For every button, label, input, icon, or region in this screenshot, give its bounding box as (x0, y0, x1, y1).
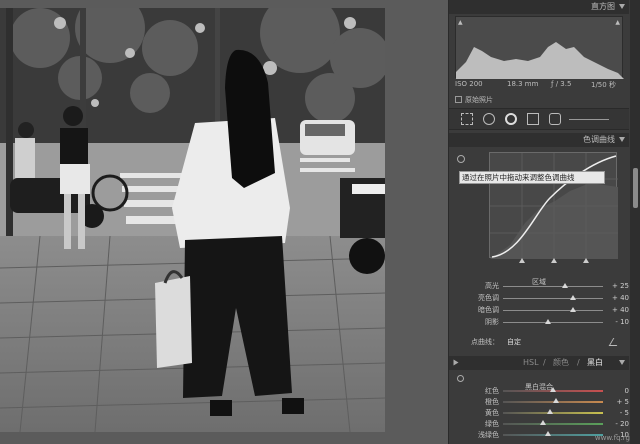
radial-filter-icon[interactable] (549, 113, 561, 125)
lightroom-window: 直方图 ▲ ▲ ISO 200 18.3 mm ƒ / 3.5 1/50 秒 原… (0, 0, 640, 444)
tone-slider-track[interactable] (503, 283, 603, 288)
tone-curve-header[interactable]: 色调曲线 (449, 133, 629, 147)
point-curve-row: 点曲线： 自定 (449, 337, 629, 348)
tone-slider-knob[interactable] (570, 295, 576, 300)
bw-slider-track[interactable] (503, 431, 603, 436)
photo-canvas (0, 0, 448, 444)
bw-target-adjust-icon[interactable] (457, 375, 464, 382)
original-photo-toggle[interactable]: 原始照片 (455, 95, 555, 105)
iso-value: ISO 200 (455, 80, 483, 88)
bw-slider-knob[interactable] (547, 409, 553, 414)
watermark: www.fq.rg (594, 434, 630, 442)
bw-slider-track[interactable] (503, 420, 603, 425)
hsl-header: HSL / 颜色 / 黑白 (449, 356, 629, 370)
spot-removal-icon[interactable] (483, 113, 495, 125)
tone-slider-track[interactable] (503, 307, 603, 312)
tone-slider-row: 暗色调 + 40 (449, 305, 629, 316)
target-adjust-icon[interactable] (457, 155, 465, 163)
bw-slider-track[interactable] (503, 398, 603, 403)
tone-slider-row: 亮色调 + 40 (449, 293, 629, 304)
panel-scrollbar[interactable] (630, 0, 640, 444)
tone-slider-knob[interactable] (570, 307, 576, 312)
bw-slider-value[interactable]: - 5 (607, 408, 629, 419)
tab-bw[interactable]: 黑白 (587, 356, 603, 370)
tone-slider-label: 阴影 (485, 318, 499, 326)
tone-curve-tooltip: 通过在照片中拖动来调整色调曲线 (459, 171, 605, 184)
scroll-thumb[interactable] (633, 168, 638, 208)
region-section: 区域 (449, 269, 629, 286)
bw-slider-knob[interactable] (540, 420, 546, 425)
tab-divider-2: / (577, 358, 580, 367)
tone-slider-row: 阴影 - 10 (449, 317, 629, 328)
tone-curve-graph[interactable] (489, 152, 618, 259)
tone-slider-value[interactable]: - 10 (607, 317, 629, 328)
tone-slider-row: 高光 + 25 (449, 281, 629, 292)
bw-mix-section: 黑白混合 (449, 374, 629, 391)
tone-slider-value[interactable]: + 40 (607, 305, 629, 316)
tone-slider-knob[interactable] (562, 283, 568, 288)
tone-slider-value[interactable]: + 25 (607, 281, 629, 292)
bw-slider-row: 黄色 - 5 (449, 408, 629, 419)
histogram-header[interactable]: 直方图 (449, 0, 629, 14)
tone-curve-title: 色调曲线 (583, 135, 615, 144)
point-curve-label: 点曲线： (471, 338, 499, 346)
collapse-histogram-icon[interactable] (619, 4, 625, 9)
tab-color[interactable]: 颜色 (553, 356, 569, 370)
tab-divider-1: / (543, 358, 546, 367)
aperture: ƒ / 3.5 (551, 80, 572, 88)
histogram-title: 直方图 (591, 2, 615, 11)
crop-tool-icon[interactable] (461, 113, 473, 125)
bw-slider-knob[interactable] (545, 431, 551, 436)
collapse-tone-curve-icon[interactable] (619, 137, 625, 142)
tone-slider-label: 暗色调 (478, 306, 499, 314)
edit-point-curve-icon[interactable] (608, 338, 622, 346)
bw-slider-knob[interactable] (550, 387, 556, 392)
camera-info: ISO 200 18.3 mm ƒ / 3.5 1/50 秒 (455, 80, 623, 90)
bw-slider-label: 红色 (485, 387, 499, 395)
tone-slider-track[interactable] (503, 295, 603, 300)
develop-panel: 直方图 ▲ ▲ ISO 200 18.3 mm ƒ / 3.5 1/50 秒 原… (448, 0, 640, 444)
shutter-speed: 1/50 秒 (591, 81, 616, 89)
histogram: ▲ ▲ (455, 16, 624, 79)
bw-slider-label: 黄色 (485, 409, 499, 417)
original-photo-label: 原始照片 (465, 96, 493, 104)
focal-length: 18.3 mm (507, 80, 539, 88)
tone-slider-value[interactable]: + 40 (607, 293, 629, 304)
collapse-hsl-icon[interactable] (619, 360, 625, 365)
bw-slider-row: 橙色 + 5 (449, 397, 629, 408)
bw-slider-track[interactable] (503, 409, 603, 414)
tone-slider-label: 高光 (485, 282, 499, 290)
tab-hsl[interactable]: HSL (523, 356, 539, 370)
clipping-highlight-icon[interactable]: ▲ (615, 19, 620, 26)
bw-slider-row: 红色 0 (449, 386, 629, 397)
histogram-graph (456, 42, 624, 79)
clipping-shadow-icon[interactable]: ▲ (458, 19, 463, 26)
bw-slider-track[interactable] (503, 387, 603, 392)
red-eye-icon[interactable] (505, 113, 517, 125)
tone-slider-label: 亮色调 (478, 294, 499, 302)
bw-slider-row: 绿色 - 20 (449, 419, 629, 430)
photo-preview[interactable] (0, 8, 385, 432)
tone-slider-knob[interactable] (545, 319, 551, 324)
bw-slider-value[interactable]: - 20 (607, 419, 629, 430)
tone-curve-line (490, 153, 618, 259)
bw-slider-value[interactable]: 0 (607, 386, 629, 397)
brush-slider-icon[interactable] (569, 119, 609, 120)
curve-split-markers[interactable] (489, 258, 617, 266)
bw-slider-label: 橙色 (485, 398, 499, 406)
bw-slider-value[interactable]: + 5 (607, 397, 629, 408)
bw-slider-label: 绿色 (485, 420, 499, 428)
tone-slider-track[interactable] (503, 319, 603, 324)
photo-image (0, 8, 385, 432)
bw-slider-knob[interactable] (553, 398, 559, 403)
original-photo-checkbox[interactable] (455, 96, 462, 103)
hsl-panel-icon[interactable] (453, 359, 459, 366)
graduated-filter-icon[interactable] (527, 113, 539, 125)
point-curve-select[interactable]: 自定 (507, 337, 521, 348)
bw-slider-label: 浅绿色 (478, 431, 499, 439)
